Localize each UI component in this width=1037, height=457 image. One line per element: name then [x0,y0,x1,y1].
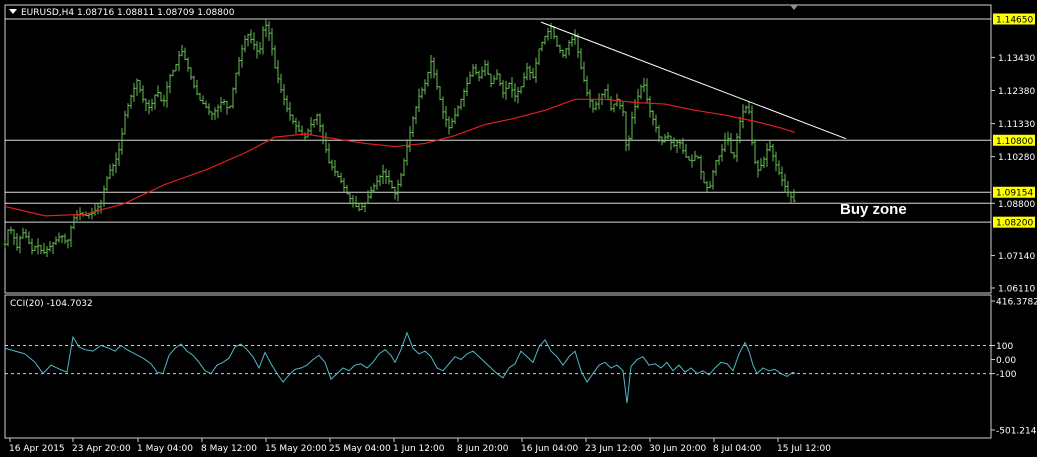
time-tick-label: 25 May 04:00 [329,444,391,454]
chart-background [0,0,1037,457]
price-tick-label: 1.09154 [996,189,1033,199]
price-tick-label: 1.14650 [996,16,1033,26]
time-tick-label: 15 Jul 12:00 [777,444,831,454]
chart-header: EURUSD,H4 1.08716 1.08811 1.08709 1.0880… [21,8,235,18]
eurusd-chart[interactable]: EURUSD,H4 1.08716 1.08811 1.08709 1.0880… [0,0,1037,457]
time-tick-label: 23 Apr 20:00 [72,444,131,454]
price-tick-label: 1.08200 [996,219,1033,229]
price-axis: 1.14650 1.13430 1.12380 1.11330 1.10800 1.102… [991,13,1035,295]
time-tick-label: 15 May 20:00 [265,444,327,454]
cci-tick-label: 0.00 [996,356,1016,366]
price-tick-label: 1.12380 [998,87,1035,97]
time-tick-label: 8 Jul 04:00 [713,444,762,454]
cci-tick-label: -100 [996,370,1017,380]
cci-tick-label: -501.2142 [996,427,1037,437]
price-tick-label: 1.08800 [998,200,1035,210]
time-tick-label: 30 Jun 20:00 [649,444,706,454]
time-tick-label: 8 Jun 20:00 [457,444,509,454]
price-tick-label: 1.10800 [996,137,1033,147]
price-tick-label: 1.11330 [998,120,1035,130]
price-tick-label: 1.07140 [998,252,1035,262]
time-tick-label: 1 Jun 12:00 [393,444,445,454]
time-tick-label: 1 May 04:00 [137,444,193,454]
cci-tick-label: 100 [996,342,1013,352]
time-tick-label: 16 Jun 04:00 [521,444,578,454]
time-tick-label: 8 May 12:00 [201,444,257,454]
cci-tick-label: 416.3782 [996,298,1037,308]
time-tick-label: 23 Jun 12:00 [585,444,642,454]
price-tick-label: 1.10280 [998,153,1035,163]
price-tick-label: 1.13430 [998,54,1035,64]
time-tick-label: 16 Apr 2015 [9,444,65,454]
cci-label: CCI(20) -104.7032 [10,299,93,309]
price-tick-label: 1.06110 [998,285,1035,295]
